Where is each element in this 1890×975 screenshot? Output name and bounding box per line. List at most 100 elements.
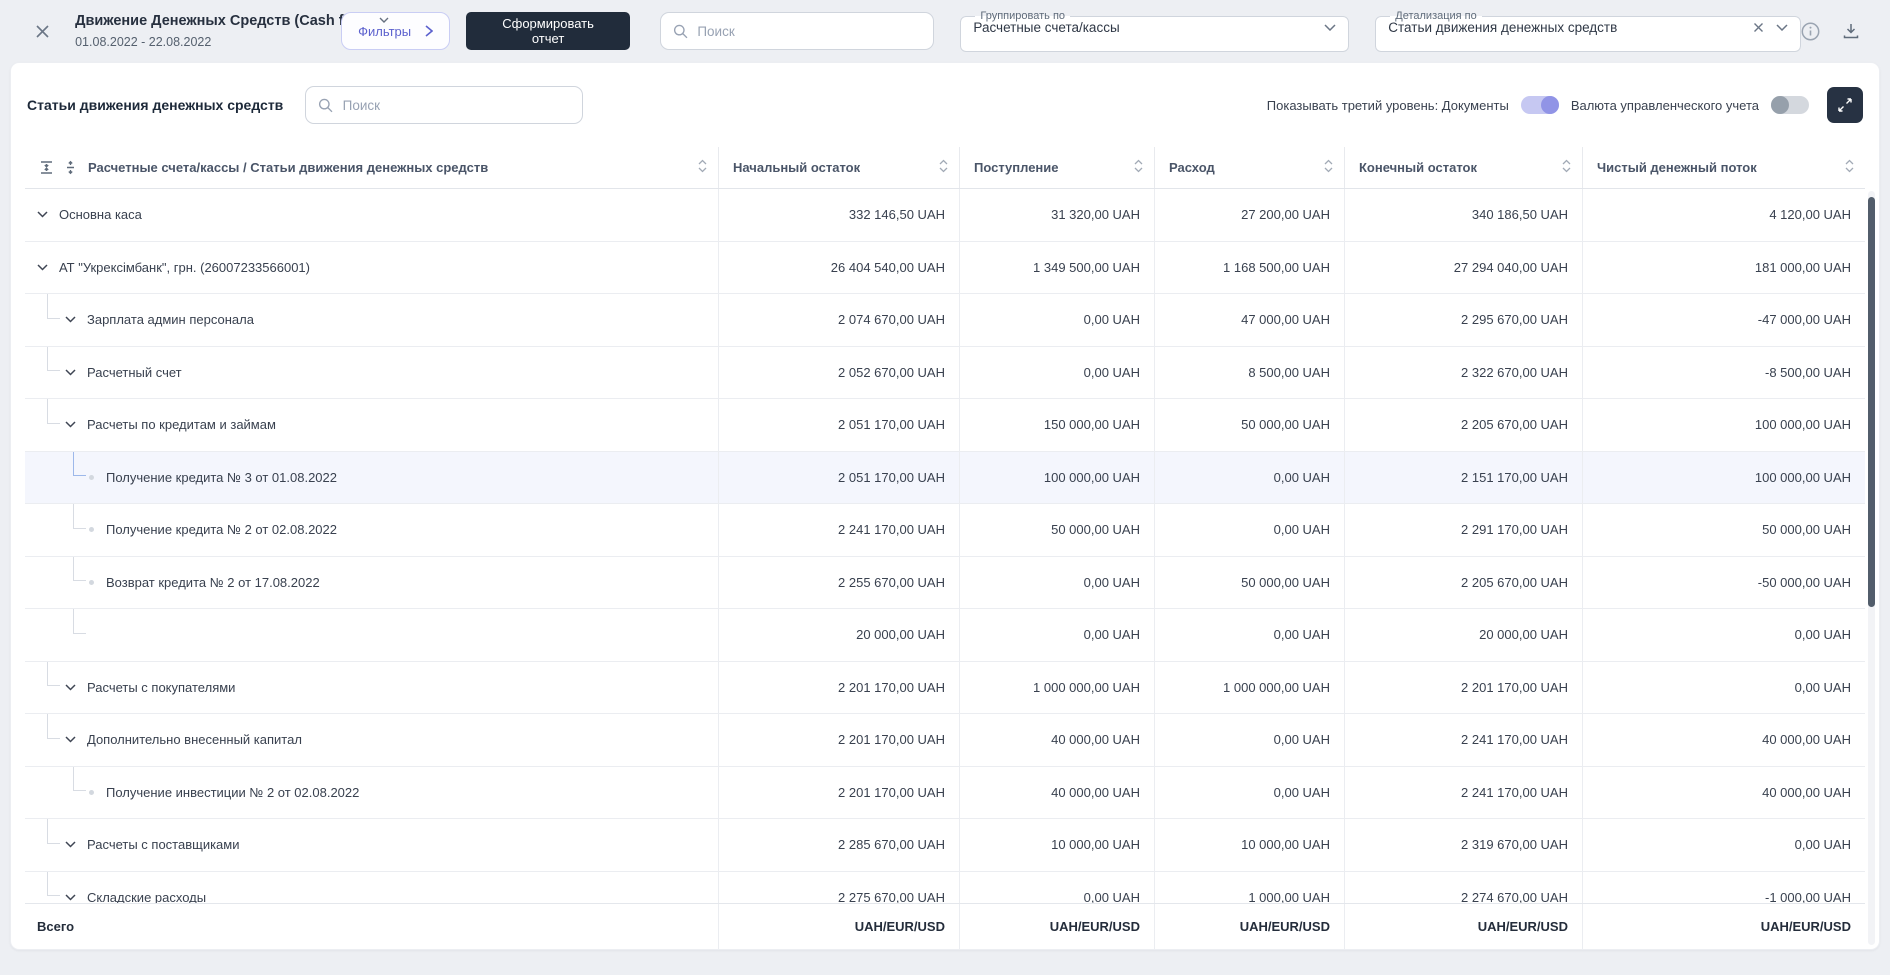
value-cell: 10 000,00 UAH	[959, 819, 1154, 871]
value-cell: 40 000,00 UAH	[1582, 714, 1865, 766]
fullscreen-expand-icon[interactable]	[1827, 87, 1863, 123]
row-label: Расчеты с покупателями	[87, 679, 236, 695]
value-cell: 40 000,00 UAH	[959, 766, 1154, 818]
report-title-block[interactable]: Движение Денежных Средств (Cash flow) 01…	[75, 13, 389, 49]
management-currency-toggle-label: Валюта управленческого учета	[1570, 97, 1759, 113]
value-cell: 1 168 500,00 UAH	[1154, 241, 1344, 293]
table-row[interactable]: Расчеты по кредитам и займам 2 051 170,00…	[25, 399, 1865, 452]
value-cell: 1 349 500,00 UAH	[959, 241, 1154, 293]
value-cell: 27 294 040,00 UAH	[1344, 241, 1582, 293]
value-cell: 2 201 170,00 UAH	[1344, 661, 1582, 713]
chevron-down-icon[interactable]	[65, 736, 76, 743]
info-icon[interactable]	[1801, 22, 1820, 41]
chevron-down-icon[interactable]	[65, 316, 76, 323]
table-row[interactable]: Зарплата админ персонала 2 074 670,00 UAH…	[25, 294, 1865, 347]
expand-rows-icon[interactable]	[63, 160, 78, 175]
value-cell: 0,00 UAH	[959, 294, 1154, 346]
table-row[interactable]: Основна каса 332 146,50 UAH 31 320,00 UAH 2…	[25, 189, 1865, 242]
value-cell: 100 000,00 UAH	[1582, 451, 1865, 503]
column-header[interactable]: Расход	[1169, 160, 1215, 175]
third-level-toggle-label: Показывать третий уровень: Документы	[1266, 97, 1509, 113]
clear-x-icon[interactable]	[1753, 22, 1764, 33]
chevron-down-icon[interactable]	[65, 841, 76, 848]
sort-chevrons-icon[interactable]	[1561, 159, 1572, 176]
group-by-value: Расчетные счета/кассы	[973, 20, 1120, 35]
table-search[interactable]	[305, 86, 584, 124]
table-row[interactable]: 20 000,00 UAH 0,00 UAH 0,00 UAH 20 000,00 U…	[25, 609, 1865, 662]
value-cell: 2 205 670,00 UAH	[1344, 556, 1582, 608]
table-row[interactable]: Расчеты с покупателями 2 201 170,00 UAH 1 …	[25, 661, 1865, 714]
tree-connector	[47, 714, 60, 739]
row-label: Расчетный счет	[87, 364, 182, 380]
generate-report-button[interactable]: Сформировать отчет	[466, 12, 630, 50]
value-cell: 2 052 670,00 UAH	[718, 346, 959, 398]
filters-button[interactable]: Фильтры	[341, 12, 451, 50]
value-cell: 1 000 000,00 UAH	[1154, 661, 1344, 713]
group-by-select[interactable]: Группировать по Расчетные счета/кассы	[960, 10, 1350, 52]
chevron-down-icon[interactable]	[65, 894, 76, 901]
footer-value: UAH/EUR/USD	[718, 904, 959, 949]
table-row[interactable]: Получение кредита № 2 от 02.08.2022 2 241…	[25, 504, 1865, 557]
value-cell: 0,00 UAH	[1154, 714, 1344, 766]
table-row[interactable]: Расчеты с поставщиками 2 285 670,00 UAH 10…	[25, 819, 1865, 872]
sort-chevrons-icon[interactable]	[1323, 159, 1334, 176]
top-toolbar: Движение Денежных Средств (Cash flow) 01…	[0, 0, 1890, 62]
detail-by-select[interactable]: Детализация по Статьи движения денежных …	[1375, 10, 1802, 52]
chevron-down-icon[interactable]	[379, 14, 389, 26]
bullet-dot-icon	[89, 789, 94, 795]
row-label-cell: Возврат кредита № 2 от 17.08.2022	[25, 556, 718, 609]
search-input[interactable]	[697, 23, 922, 39]
column-header[interactable]: Поступление	[974, 160, 1059, 175]
value-cell: 0,00 UAH	[1154, 504, 1344, 556]
tree-connector	[47, 819, 60, 844]
sort-chevrons-icon[interactable]	[938, 159, 949, 176]
third-level-toggle[interactable]	[1520, 96, 1559, 114]
table-footer-row: Всего UAH/EUR/USD UAH/EUR/USD UAH/EUR/US…	[25, 903, 1865, 949]
table-row[interactable]: АТ "Укрексімбанк", грн. (26007233566001)…	[25, 241, 1865, 294]
column-header[interactable]: Чистый денежный поток	[1597, 160, 1757, 175]
table-row[interactable]: Расчетный счет 2 052 670,00 UAH 0,00 UAH 8 …	[25, 346, 1865, 399]
chevron-down-icon[interactable]	[65, 369, 76, 376]
bullet-dot-icon	[89, 527, 94, 533]
value-cell: 0,00 UAH	[959, 346, 1154, 398]
chevron-down-icon[interactable]	[65, 684, 76, 691]
column-header[interactable]: Начальный остаток	[733, 160, 860, 175]
close-icon[interactable]	[28, 16, 57, 46]
table-search-input[interactable]	[342, 97, 571, 113]
chevron-down-icon[interactable]	[65, 421, 76, 428]
value-cell: 0,00 UAH	[1582, 661, 1865, 713]
row-label: Получение кредита № 3 от 01.08.2022	[106, 469, 337, 485]
row-label: АТ "Укрексімбанк", грн. (26007233566001)	[59, 259, 310, 275]
value-cell: 2 319 670,00 UAH	[1344, 819, 1582, 871]
sort-chevrons-icon[interactable]	[1844, 159, 1855, 176]
value-cell: 0,00 UAH	[1582, 609, 1865, 661]
sort-chevrons-icon[interactable]	[697, 159, 708, 176]
sort-chevrons-icon[interactable]	[1133, 159, 1144, 176]
global-search[interactable]	[660, 12, 935, 50]
table-row[interactable]: Возврат кредита № 2 от 17.08.2022 2 255 6…	[25, 556, 1865, 609]
cashflow-table: Расчетные счета/кассы / Статьи движения …	[25, 147, 1875, 949]
chevron-down-icon[interactable]	[37, 264, 48, 271]
footer-value: UAH/EUR/USD	[1344, 904, 1582, 949]
table-row[interactable]: Дополнительно внесенный капитал 2 201 170…	[25, 714, 1865, 767]
table-row[interactable]: Получение кредита № 3 от 01.08.2022 2 051…	[25, 451, 1865, 504]
value-cell: 2 051 170,00 UAH	[718, 451, 959, 503]
tree-connector	[73, 556, 86, 582]
management-currency-toggle[interactable]	[1771, 96, 1809, 114]
row-label-cell: Дополнительно внесенный капитал	[25, 714, 718, 766]
column-header[interactable]: Расчетные счета/кассы / Статьи движения …	[88, 160, 488, 175]
chevron-down-icon[interactable]	[1776, 24, 1788, 31]
vertical-scrollbar[interactable]	[1868, 191, 1875, 945]
value-cell: 2 151 170,00 UAH	[1344, 451, 1582, 503]
collapse-rows-icon[interactable]	[39, 160, 54, 175]
chevron-down-icon[interactable]	[1324, 24, 1336, 31]
row-label: Расчеты по кредитам и займам	[87, 417, 276, 433]
table-row[interactable]: Получение инвестиции № 2 от 02.08.2022 2 …	[25, 766, 1865, 819]
column-header[interactable]: Конечный остаток	[1359, 160, 1477, 175]
chevron-right-icon	[425, 25, 434, 37]
download-icon[interactable]	[1842, 22, 1860, 40]
row-label-cell: Расчеты с поставщиками	[25, 819, 718, 871]
row-label-cell: Получение инвестиции № 2 от 02.08.2022	[25, 766, 718, 819]
scrollbar-thumb[interactable]	[1868, 197, 1875, 607]
chevron-down-icon[interactable]	[37, 211, 48, 218]
